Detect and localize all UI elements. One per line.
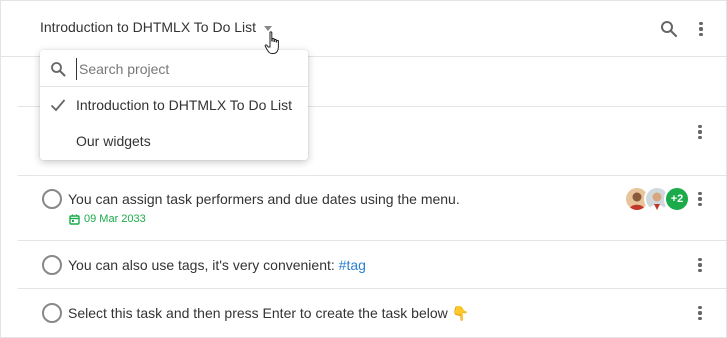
pointing-down-emoji: 👇 bbox=[451, 305, 470, 321]
task-text-body: You can also use tags, it's very conveni… bbox=[68, 257, 339, 273]
task-row[interactable]: Select this task and then press Enter to… bbox=[18, 289, 727, 338]
task-tag[interactable]: #tag bbox=[339, 257, 366, 273]
task-menu-icon[interactable] bbox=[690, 302, 710, 324]
due-date-label: 09 Mar 2033 bbox=[84, 213, 146, 225]
caret-down-icon bbox=[264, 25, 273, 31]
search-icon[interactable] bbox=[660, 20, 678, 38]
project-option-label: Our widgets bbox=[76, 133, 151, 149]
project-title: Introduction to DHTMLX To Do List bbox=[40, 19, 257, 35]
more-vertical-icon[interactable] bbox=[691, 18, 711, 40]
task-menu-icon[interactable] bbox=[690, 188, 710, 210]
calendar-icon bbox=[69, 214, 80, 225]
project-dropdown: Introduction to DHTMLX To Do List Our wi… bbox=[40, 50, 308, 160]
task-text: Select this task and then press Enter to… bbox=[68, 305, 469, 322]
toolbar: Introduction to DHTMLX To Do List bbox=[1, 1, 727, 57]
task-checkbox[interactable] bbox=[42, 255, 62, 275]
project-option[interactable]: Our widgets bbox=[40, 123, 308, 159]
project-selector[interactable]: Introduction to DHTMLX To Do List bbox=[40, 19, 273, 35]
project-option[interactable]: Introduction to DHTMLX To Do List bbox=[40, 87, 308, 123]
project-search-input[interactable] bbox=[76, 58, 296, 80]
search-icon bbox=[51, 62, 66, 77]
task-row[interactable]: You can also use tags, it's very conveni… bbox=[18, 241, 727, 289]
todo-app: Introduction to DHTMLX To Do List You ca… bbox=[0, 0, 727, 338]
hand-cursor-icon bbox=[264, 31, 279, 54]
due-date[interactable]: 09 Mar 2033 bbox=[69, 213, 146, 225]
project-option-label: Introduction to DHTMLX To Do List bbox=[76, 97, 293, 113]
task-text: You can assign task performers and due d… bbox=[68, 191, 460, 207]
more-assignees-badge: +2 bbox=[664, 186, 690, 212]
task-text: You can also use tags, it's very conveni… bbox=[68, 257, 366, 273]
assignees[interactable]: +2 bbox=[624, 186, 690, 212]
check-icon bbox=[50, 99, 66, 112]
task-checkbox[interactable] bbox=[42, 189, 62, 209]
task-row[interactable]: You can assign task performers and due d… bbox=[18, 176, 727, 241]
task-menu-icon[interactable] bbox=[690, 254, 710, 276]
task-checkbox[interactable] bbox=[42, 303, 62, 323]
task-menu-icon[interactable] bbox=[690, 121, 710, 143]
project-search bbox=[40, 50, 308, 87]
task-text-body: Select this task and then press Enter to… bbox=[68, 305, 448, 321]
